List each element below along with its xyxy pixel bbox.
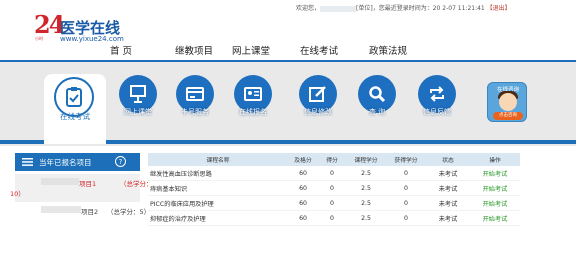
nav-projects[interactable]: 继教项目 bbox=[175, 43, 213, 57]
course-table: 课程名称 及格分 得分 课程学分 获得学分 状态 操作 继发性高血压诊断思路 6… bbox=[148, 153, 520, 226]
consult-button[interactable]: 点击咨询 bbox=[493, 112, 523, 120]
course-name: PICC的临床应用及护理 bbox=[148, 195, 288, 211]
col-score: 得分 bbox=[318, 153, 346, 166]
project-item-1[interactable]: 项目1 （总学分： 10） bbox=[10, 174, 153, 202]
pass-score: 60 bbox=[288, 166, 318, 181]
welcome-text: 欢迎您， [单位]，您最近登录时间为：20 2-07 11:21:41 【退出】 bbox=[296, 3, 511, 12]
score: 0 bbox=[318, 195, 346, 211]
course-credit: 2.5 bbox=[346, 195, 386, 211]
course-credit: 2.5 bbox=[346, 166, 386, 181]
table-row: 抑郁症的治疗及护理 60 0 2.5 0 未考试 开始考试 bbox=[148, 210, 520, 226]
main-nav: 首 页 继教项目 网上课堂 在线考试 政策法规 bbox=[0, 43, 576, 59]
start-exam-link[interactable]: 开始考试 bbox=[470, 180, 520, 196]
col-pass-score: 及格分 bbox=[288, 153, 318, 166]
registered-projects-header: 当年已报名项目 ? bbox=[15, 153, 140, 171]
feature-query-label: 查 询 bbox=[368, 108, 386, 116]
col-status: 状态 bbox=[426, 153, 470, 166]
tab-online-exam-label: 在线考试 bbox=[60, 112, 90, 121]
feature-online-register-label: 在线报名 bbox=[239, 108, 267, 116]
project-2-name: 项目2 bbox=[81, 208, 99, 216]
pass-score: 60 bbox=[288, 195, 318, 211]
col-course-credit: 课程学分 bbox=[346, 153, 386, 166]
feature-card-service-label: 卡号服务 bbox=[181, 108, 209, 116]
feature-edit-info-label: 信息修改 bbox=[304, 108, 332, 116]
tab-online-exam[interactable]: 在线考试 bbox=[44, 74, 106, 144]
nav-online-exam[interactable]: 在线考试 bbox=[300, 43, 338, 57]
col-course-name: 课程名称 bbox=[148, 153, 288, 166]
logout-link[interactable]: 【退出】 bbox=[487, 5, 511, 12]
earned-credit: 0 bbox=[386, 166, 426, 181]
earned-credit: 0 bbox=[386, 180, 426, 196]
status: 未考试 bbox=[426, 180, 470, 196]
nav-online-class[interactable]: 网上课堂 bbox=[232, 43, 270, 57]
pass-score: 60 bbox=[288, 210, 318, 226]
earned-credit: 0 bbox=[386, 210, 426, 226]
login-time: 2-07 11:21:41 bbox=[442, 5, 485, 12]
project-1-name: 项目1 bbox=[79, 180, 97, 188]
status: 未考试 bbox=[426, 210, 470, 226]
help-icon[interactable]: ? bbox=[115, 156, 126, 167]
score: 0 bbox=[318, 180, 346, 196]
logo-number: 24 bbox=[34, 10, 65, 39]
table-row: 继发性高血压诊断思路 60 0 2.5 0 未考试 开始考试 bbox=[148, 166, 520, 181]
table-row: PICC的临床应用及护理 60 0 2.5 0 未考试 开始考试 bbox=[148, 195, 520, 211]
status: 未考试 bbox=[426, 195, 470, 211]
start-exam-link[interactable]: 开始考试 bbox=[470, 210, 520, 226]
feature-online-register[interactable]: 在线报名 bbox=[232, 75, 274, 125]
pass-score: 60 bbox=[288, 180, 318, 196]
consultant-avatar bbox=[499, 93, 517, 111]
registered-projects-title: 当年已报名项目 bbox=[39, 158, 92, 167]
col-action: 操作 bbox=[470, 153, 520, 166]
project-2-credit: （总学分：5） bbox=[107, 208, 151, 216]
table-row: 痔病基本知识 60 0 2.5 0 未考试 开始考试 bbox=[148, 180, 520, 196]
feature-feedback-label: 信息反馈 bbox=[423, 108, 451, 116]
course-credit: 2.5 bbox=[346, 210, 386, 226]
col-earned-credit: 获得学分 bbox=[386, 153, 426, 166]
earned-credit: 0 bbox=[386, 195, 426, 211]
welcome-prefix: 欢迎您， bbox=[296, 5, 321, 12]
feature-feedback[interactable]: 信息反馈 bbox=[416, 75, 458, 125]
redacted-project-name bbox=[41, 178, 79, 185]
feature-online-class[interactable]: 网上课堂 bbox=[117, 75, 159, 125]
course-name: 抑郁症的治疗及护理 bbox=[148, 210, 288, 226]
menu-icon bbox=[22, 158, 33, 166]
nav-policy[interactable]: 政策法规 bbox=[369, 43, 407, 57]
status: 未考试 bbox=[426, 166, 470, 181]
course-name: 继发性高血压诊断思路 bbox=[148, 166, 288, 181]
redacted-project-name bbox=[41, 206, 81, 213]
score: 0 bbox=[318, 210, 346, 226]
feature-online-class-label: 网上课堂 bbox=[124, 108, 152, 116]
project-item-2[interactable]: 项目2 （总学分：5） bbox=[15, 203, 150, 217]
site-logo[interactable]: 24 小时 医学在线 www.yixue24.com bbox=[34, 8, 144, 44]
score: 0 bbox=[318, 166, 346, 181]
redacted-username bbox=[320, 5, 357, 12]
feature-edit-info[interactable]: 信息修改 bbox=[297, 75, 339, 125]
project-1-credit-value: 10） bbox=[10, 190, 25, 198]
course-credit: 2.5 bbox=[346, 180, 386, 196]
course-name: 痔病基本知识 bbox=[148, 180, 288, 196]
start-exam-link[interactable]: 开始考试 bbox=[470, 166, 520, 181]
welcome-suffix: [单位]，您最近登录时间为：20 bbox=[356, 5, 441, 12]
logo-url: www.yixue24.com bbox=[60, 35, 124, 43]
start-exam-link[interactable]: 开始考试 bbox=[470, 195, 520, 211]
table-header-row: 课程名称 及格分 得分 课程学分 获得学分 状态 操作 bbox=[148, 153, 520, 166]
logo-sub: 小时 bbox=[35, 36, 43, 41]
feature-card-service[interactable]: 卡号服务 bbox=[174, 75, 216, 125]
feature-query[interactable]: 查 询 bbox=[356, 75, 398, 125]
online-consult-widget[interactable]: 在线咨询 点击咨询 bbox=[487, 82, 527, 122]
nav-home[interactable]: 首 页 bbox=[110, 43, 132, 57]
